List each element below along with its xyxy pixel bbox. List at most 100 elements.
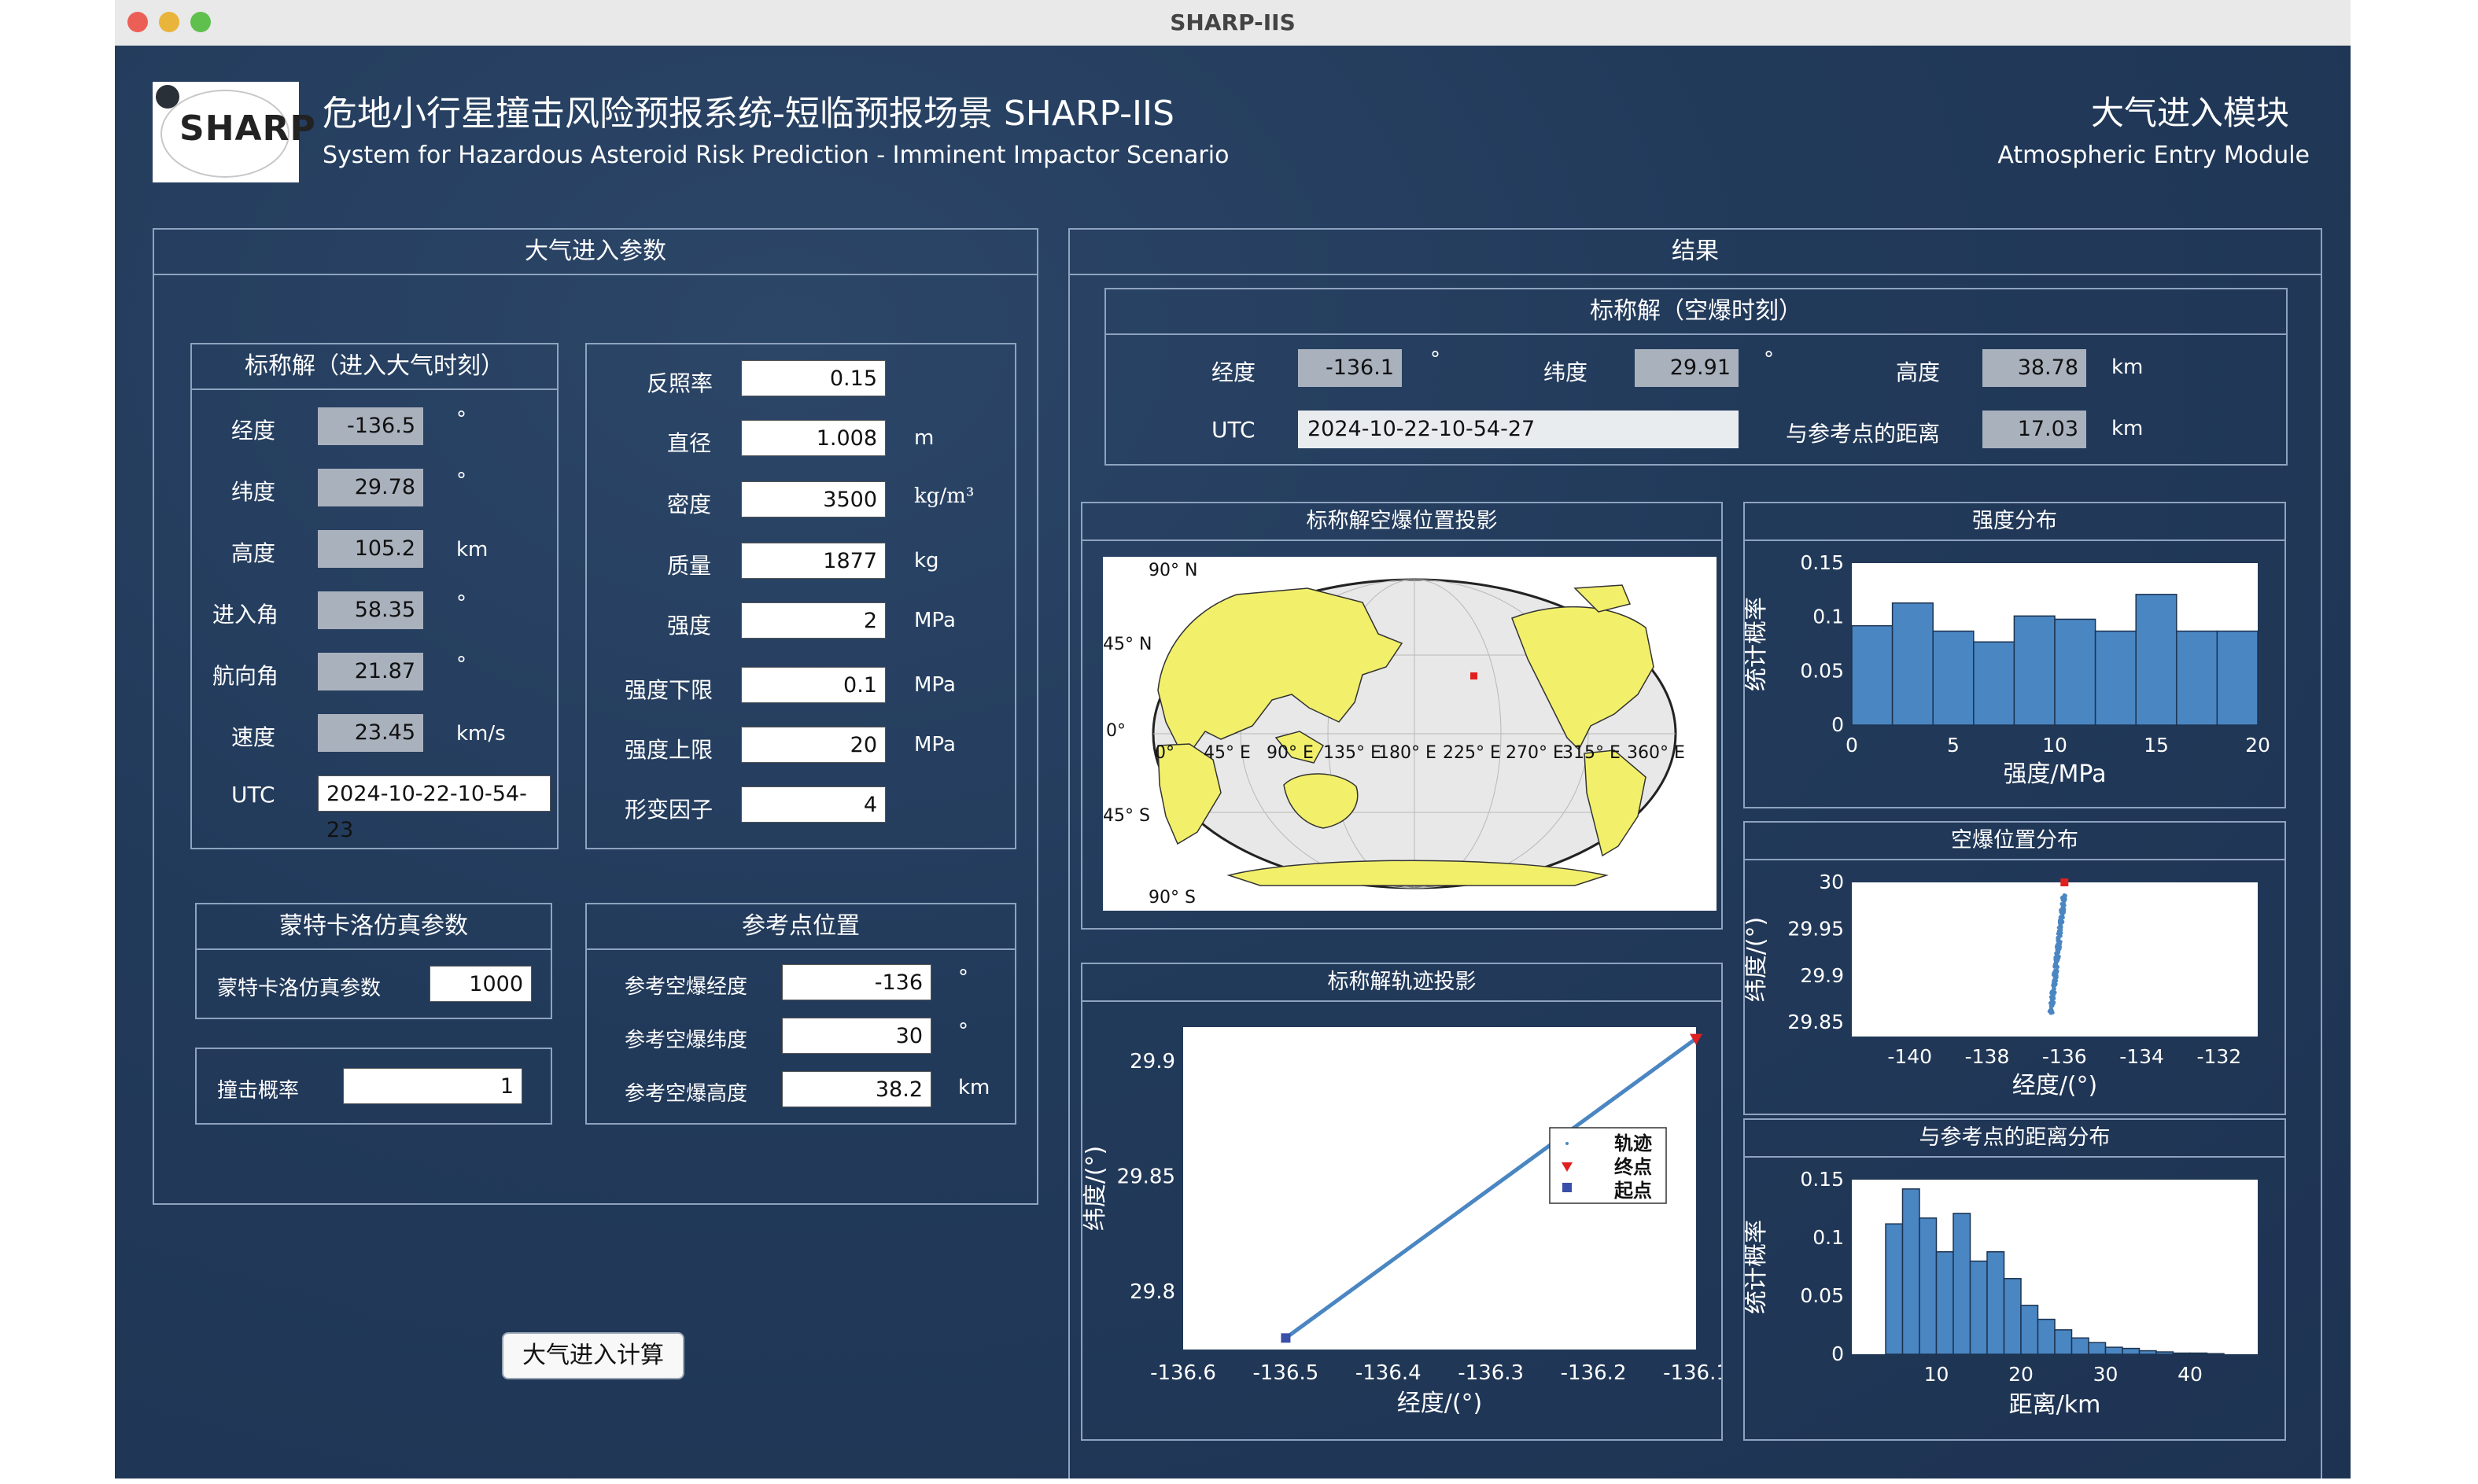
burst-point — [2059, 909, 2063, 913]
x-tick-label: 30 — [2093, 1363, 2118, 1386]
entry-params-panel: 大气进入参数 标称解（进入大气时刻） 经度 -136.5 ° 纬度 29.78 … — [153, 228, 1038, 1205]
burst-lat-value: 29.91 — [1635, 349, 1739, 387]
x-tick-label: -136 — [2042, 1045, 2087, 1068]
entry-lat-unit: ° — [456, 469, 466, 492]
burst-point — [2052, 986, 2056, 991]
burst-distance-value: 17.03 — [1982, 411, 2086, 448]
y-tick-label: 0.1 — [1812, 606, 1844, 628]
logo-text: SHARP — [179, 109, 316, 149]
x-tick-label: 0 — [1846, 734, 1858, 757]
lat-label-45s: 45° S — [1103, 806, 1150, 826]
heading-angle-value: 21.87 — [318, 653, 423, 690]
burst-point — [2056, 959, 2059, 963]
strength-chart: 0 5 10 15 20 0 0.05 0.1 0.15 强度/MPa 统计概率 — [1745, 551, 2270, 788]
impact-probability-group: 撞击概率 1 — [195, 1048, 552, 1125]
entry-lon-unit: ° — [456, 407, 466, 431]
burst-point — [2051, 983, 2055, 988]
y-tick-label: 0 — [1831, 713, 1844, 736]
density-field[interactable]: 3500 — [741, 481, 886, 517]
strength-title: 强度分布 — [1745, 503, 2284, 541]
histogram-bar — [2206, 1353, 2225, 1355]
reference-point-title: 参考点位置 — [587, 904, 1015, 950]
burst-lon-unit: ° — [1430, 348, 1440, 371]
entry-alt-label: 高度 — [231, 540, 276, 566]
burst-point — [2056, 950, 2061, 954]
impact-probability-label: 撞击概率 — [217, 1079, 300, 1103]
ref-alt-field[interactable]: 38.2 — [782, 1071, 931, 1107]
y-tick-label: 0.05 — [1800, 659, 1844, 682]
app-title-cn: 危地小行星撞击风险预报系统-短临预报场景 SHARP-IIS — [323, 94, 1174, 134]
diameter-unit: m — [914, 426, 935, 450]
burst-point — [2061, 904, 2066, 908]
ref-alt-unit: km — [958, 1076, 990, 1099]
world-map: 90° N 45° N 0° 45° S 90° S 0° 45° E 90° … — [1103, 561, 1685, 908]
results-panel: 结果 标称解（空爆时刻） 经度 -136.1 ° 纬度 29.91 ° 高度 3… — [1068, 228, 2322, 1478]
histogram-bar — [2013, 615, 2056, 726]
module-title-en: Atmospheric Entry Module — [1997, 142, 2310, 169]
results-title: 结果 — [1070, 230, 2321, 275]
ref-lon-field[interactable]: -136 — [782, 964, 931, 1000]
strength-max-unit: MPa — [914, 733, 956, 757]
trajectory-start-marker — [1281, 1333, 1291, 1343]
lat-label-0: 0° — [1106, 721, 1126, 741]
y-tick-label: 0 — [1831, 1342, 1844, 1365]
heading-angle-unit: ° — [456, 653, 466, 676]
strength-min-field[interactable]: 0.1 — [741, 667, 886, 703]
albedo-field[interactable]: 0.15 — [741, 360, 886, 396]
histogram-bar — [2155, 1351, 2174, 1355]
montecarlo-count-field[interactable]: 1000 — [430, 966, 532, 1002]
histogram-bar — [2176, 630, 2218, 726]
app-content: SHARP 危地小行星撞击风险预报系统-短临预报场景 SHARP-IIS Sys… — [115, 46, 2351, 1478]
histogram-bar — [2216, 630, 2259, 726]
lon-label-180e: 180° E — [1378, 743, 1436, 763]
trajectory-legend: 轨迹终点起点 — [1549, 1127, 1667, 1204]
x-tick-label: 20 — [2008, 1363, 2034, 1386]
heading-angle-label: 航向角 — [212, 663, 279, 689]
burst-point — [2048, 1004, 2053, 1008]
histogram-bar — [2189, 1352, 2208, 1355]
y-tick-label: 0.1 — [1812, 1226, 1844, 1249]
y-axis-label: 统计概率 — [1745, 597, 1770, 691]
legend-track-symbol — [1565, 1142, 1569, 1145]
burst-point — [2063, 893, 2067, 897]
strength-min-unit: MPa — [914, 673, 956, 697]
diameter-field[interactable]: 1.008 — [741, 420, 886, 456]
ref-lat-field[interactable]: 30 — [782, 1018, 931, 1054]
lon-label-315e: 315° E — [1562, 743, 1621, 763]
burst-position-chart: -140 -138 -136 -134 -132 29.85 29.9 29.95 30 经度/(… — [1745, 871, 2258, 1099]
histogram-bar — [1935, 1251, 1954, 1355]
y-axis-label: 统计概率 — [1745, 1220, 1770, 1314]
burst-lon-value: -136.1 — [1298, 349, 1402, 387]
strength-field[interactable]: 2 — [741, 602, 886, 639]
burst-lat-label: 纬度 — [1543, 359, 1588, 385]
montecarlo-title: 蒙特卡洛仿真参数 — [197, 904, 551, 950]
x-axis-label: 强度/MPa — [2003, 760, 2106, 788]
entry-utc-label: UTC — [231, 782, 275, 808]
reference-point-group: 参考点位置 参考空爆经度 -136 ° 参考空爆纬度 30 ° 参考空爆高度 3… — [585, 903, 1016, 1125]
impact-probability-field[interactable]: 1 — [343, 1068, 522, 1104]
entry-lon-label: 经度 — [231, 418, 276, 444]
strength-max-field[interactable]: 20 — [741, 727, 886, 763]
app-window: SHARP-IIS SHARP 危地小行星撞击风险预报系统-短临预报场景 SHA… — [115, 0, 2351, 1478]
y-tick-label: 29.8 — [1130, 1280, 1175, 1304]
histogram-bar — [1851, 624, 1894, 726]
deformation-factor-label: 形变因子 — [625, 797, 714, 823]
compute-button[interactable]: 大气进入计算 — [502, 1332, 684, 1379]
strength-panel: 强度分布 0 5 10 15 20 0 0.05 0.1 0.15 强度/MPa 统计概率 — [1743, 502, 2286, 808]
x-tick-label: -140 — [1887, 1045, 1932, 1068]
histogram-bar — [1901, 1188, 1920, 1355]
montecarlo-group: 蒙特卡洛仿真参数 蒙特卡洛仿真参数 1000 — [195, 903, 552, 1019]
histogram-bar — [2054, 618, 2096, 726]
velocity-unit: km/s — [456, 722, 506, 746]
mass-field[interactable]: 1877 — [741, 543, 886, 579]
density-unit: kg/m³ — [914, 484, 975, 508]
lon-label-225e: 225° E — [1443, 743, 1501, 763]
entry-alt-unit: km — [456, 538, 489, 562]
entry-utc-field[interactable]: 2024-10-22-10-54-23 — [318, 775, 551, 842]
montecarlo-label: 蒙特卡洛仿真参数 — [217, 977, 382, 1000]
burst-position-panel: 空爆位置分布 -140 -138 -136 -134 -132 29.85 29.9 29.9… — [1743, 821, 2286, 1115]
histogram-bar — [2037, 1318, 2056, 1355]
ref-alt-label: 参考空爆高度 — [625, 1082, 748, 1106]
deformation-factor-field[interactable]: 4 — [741, 786, 886, 823]
histogram-bar — [1919, 1217, 1938, 1355]
